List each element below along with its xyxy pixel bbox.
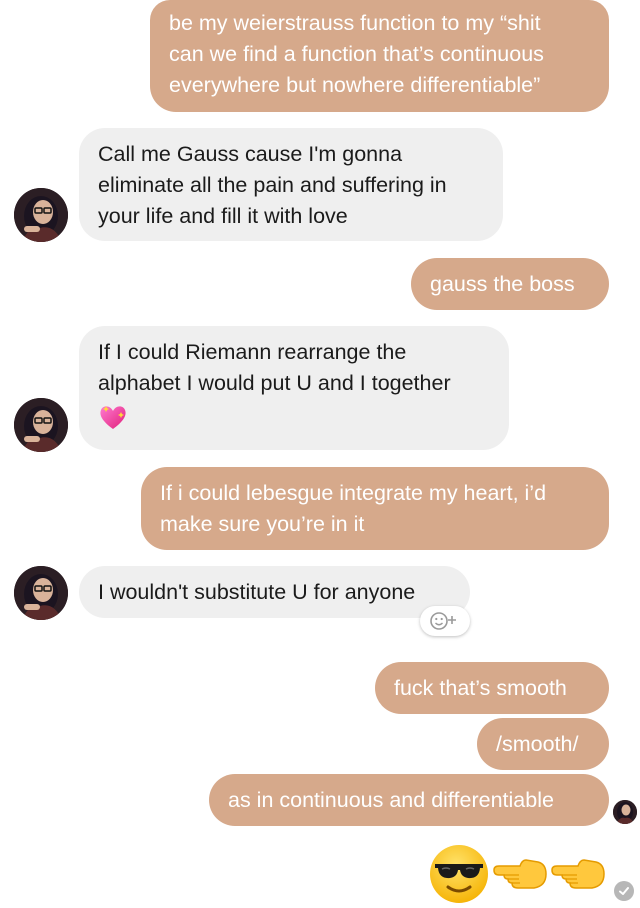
contact-avatar[interactable]: [14, 566, 68, 620]
add-reaction-button[interactable]: [420, 606, 470, 636]
read-check-icon: [619, 887, 629, 895]
message-line: as in continuous and differentiable: [228, 788, 554, 812]
message-bubble-outgoing[interactable]: fuck that’s smooth: [375, 662, 609, 714]
read-receipt: [614, 881, 634, 901]
add-reaction-icon: [430, 612, 456, 630]
message-line: be my weierstrauss function to my “shit: [169, 11, 541, 35]
message-line: I wouldn't substitute U for anyone: [98, 580, 416, 604]
message-line: eliminate all the pain and suffering in: [98, 173, 447, 197]
message-line: gauss the boss: [430, 272, 575, 296]
sunglasses-face-emoji: [430, 845, 488, 903]
seen-avatar: [613, 800, 637, 824]
contact-avatar[interactable]: [14, 188, 68, 242]
message-emoji-only[interactable]: [428, 843, 606, 905]
message-bubble-incoming[interactable]: I wouldn't substitute U for anyone: [79, 566, 470, 618]
message-bubble-incoming[interactable]: If I could Riemann rearrange the alphabe…: [79, 326, 509, 450]
message-line: Call me Gauss cause I'm gonna: [98, 142, 403, 166]
message-bubble-outgoing[interactable]: /smooth/: [477, 718, 609, 770]
message-line: your life and fill it with love: [98, 204, 348, 228]
message-line: alphabet I would put U and I together: [98, 371, 451, 395]
contact-avatar[interactable]: [14, 398, 68, 452]
message-line: fuck that’s smooth: [394, 676, 567, 700]
message-bubble-outgoing[interactable]: be my weierstrauss function to my “shit …: [150, 0, 609, 112]
sparkling-heart-emoji: [100, 406, 126, 429]
message-line: If i could lebesgue integrate my heart, …: [160, 481, 547, 505]
backhand-index-pointing-left-emoji: [493, 859, 547, 889]
message-bubble-outgoing[interactable]: gauss the boss: [411, 258, 609, 310]
message-bubble-incoming[interactable]: Call me Gauss cause I'm gonna eliminate …: [79, 128, 503, 241]
backhand-index-pointing-left-emoji: [551, 859, 605, 889]
message-line: If I could Riemann rearrange the: [98, 340, 407, 364]
message-line: make sure you’re in it: [160, 512, 365, 536]
message-line: /smooth/: [496, 732, 579, 756]
message-bubble-outgoing[interactable]: as in continuous and differentiable: [209, 774, 609, 826]
message-line: everywhere but nowhere differentiable”: [169, 73, 541, 97]
message-line: can we find a function that’s continuous: [169, 42, 544, 66]
message-bubble-outgoing[interactable]: If i could lebesgue integrate my heart, …: [141, 467, 609, 550]
